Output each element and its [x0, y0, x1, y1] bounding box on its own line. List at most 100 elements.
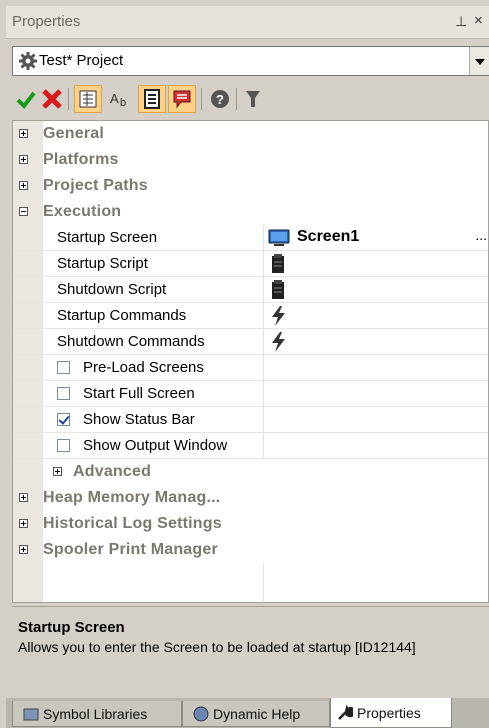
tab-properties[interactable]: Properties [330, 698, 452, 728]
category-historical-log[interactable]: Historical Log Settings [13, 511, 488, 537]
property-grid: General Platforms Project Paths Executio… [12, 120, 489, 603]
property-pages-icon[interactable] [138, 85, 166, 113]
tab-label: Symbol Libraries [43, 705, 148, 722]
property-show-status-bar[interactable]: Show Status Bar [13, 407, 488, 433]
cancel-x-icon[interactable] [39, 85, 65, 113]
startup-screen-value: Screen1 [297, 228, 360, 245]
category-spooler-print[interactable]: Spooler Print Manager [13, 537, 488, 563]
grid-column-divider [263, 563, 264, 602]
categorized-view-icon[interactable] [74, 85, 102, 113]
expand-icon[interactable] [19, 545, 28, 554]
expand-icon[interactable] [19, 129, 28, 138]
category-heap-memory[interactable]: Heap Memory Manag... [13, 485, 488, 511]
category-general[interactable]: General [13, 121, 488, 147]
expand-icon[interactable] [19, 181, 28, 190]
alphabetical-view-icon[interactable]: Ab [106, 85, 134, 113]
tab-label: Properties [357, 704, 421, 721]
screen-icon [268, 229, 290, 246]
script-icon [272, 280, 284, 299]
panel-title: Properties [12, 13, 81, 30]
property-label: Pre-Load Screens [83, 359, 204, 376]
property-show-output-window[interactable]: Show Output Window [13, 433, 488, 459]
category-label: General [43, 125, 104, 142]
expand-icon[interactable] [19, 155, 28, 164]
property-value [263, 433, 488, 458]
property-value[interactable] [263, 329, 488, 354]
properties-panel: Properties ⊥ × Test* Project Ab ? Genera… [6, 6, 489, 728]
expand-icon[interactable] [19, 519, 28, 528]
property-value [263, 355, 488, 380]
show-status-bar-checkbox[interactable] [57, 413, 70, 426]
start-full-screen-checkbox[interactable] [57, 387, 70, 400]
property-value[interactable]: Screen1 ... [263, 225, 488, 250]
properties-toolbar: Ab ? [12, 82, 489, 116]
show-output-window-checkbox[interactable] [57, 439, 70, 452]
pin-icon[interactable]: ⊥ [455, 13, 467, 30]
property-shutdown-script[interactable]: Shutdown Script [13, 277, 488, 303]
property-value [263, 407, 488, 432]
svg-text:?: ? [216, 92, 224, 107]
category-platforms[interactable]: Platforms [13, 147, 488, 173]
description-text: Allows you to enter the Screen to be loa… [18, 639, 416, 655]
bottom-tab-strip: Symbol Libraries Dynamic Help Properties [6, 698, 489, 728]
property-label: Startup Commands [57, 307, 187, 324]
ellipsis-button[interactable]: ... [475, 227, 487, 243]
property-label: Start Full Screen [83, 385, 195, 402]
property-value[interactable] [263, 251, 488, 276]
tab-symbol-libraries[interactable]: Symbol Libraries [12, 701, 182, 727]
pre-load-screens-checkbox[interactable] [57, 361, 70, 374]
property-start-full-screen[interactable]: Start Full Screen [13, 381, 488, 407]
category-label: Spooler Print Manager [43, 541, 218, 558]
expand-icon[interactable] [53, 467, 62, 476]
property-label: Shutdown Commands [57, 333, 205, 350]
category-label: Advanced [73, 463, 152, 480]
description-title: Startup Screen [18, 619, 125, 636]
filter-icon[interactable] [241, 85, 265, 113]
close-icon[interactable]: × [474, 12, 483, 29]
object-selector-value: Test* Project [39, 52, 124, 69]
panel-titlebar: Properties ⊥ × [6, 6, 489, 39]
property-label: Show Output Window [83, 437, 228, 454]
wrench-icon [338, 704, 353, 720]
property-value[interactable] [263, 277, 488, 302]
property-shutdown-commands[interactable]: Shutdown Commands [13, 329, 488, 355]
subcategory-advanced[interactable]: Advanced [13, 459, 488, 485]
collapse-icon[interactable] [19, 207, 28, 216]
tab-label: Dynamic Help [213, 705, 301, 722]
property-startup-screen[interactable]: Startup Screen Screen1 ... [13, 225, 488, 251]
apply-check-icon[interactable] [14, 85, 38, 113]
category-label: Heap Memory Manag... [43, 489, 221, 506]
category-label: Execution [43, 203, 122, 220]
property-label: Startup Screen [57, 229, 158, 246]
property-label: Shutdown Script [57, 281, 167, 298]
script-icon [272, 254, 284, 273]
dropdown-arrow-icon[interactable] [469, 47, 489, 75]
property-label: Startup Script [57, 255, 148, 272]
property-value[interactable] [263, 303, 488, 328]
property-pre-load-screens[interactable]: Pre-Load Screens [13, 355, 488, 381]
description-pane: Startup Screen Allows you to enter the S… [12, 606, 489, 697]
lightning-icon [272, 306, 285, 326]
toolbar-separator [236, 88, 237, 110]
category-label: Historical Log Settings [43, 515, 222, 532]
gear-icon [19, 52, 37, 70]
category-project-paths[interactable]: Project Paths [13, 173, 488, 199]
category-execution[interactable]: Execution [13, 199, 488, 225]
expand-icon[interactable] [19, 493, 28, 502]
property-label: Show Status Bar [83, 411, 195, 428]
toolbar-separator [201, 88, 202, 110]
tab-dynamic-help[interactable]: Dynamic Help [182, 701, 330, 727]
help-icon[interactable]: ? [207, 85, 233, 113]
property-startup-script[interactable]: Startup Script [13, 251, 488, 277]
toolbar-separator [68, 88, 69, 110]
property-value [263, 381, 488, 406]
svg-text:b: b [120, 97, 126, 108]
svg-text:A: A [110, 91, 119, 106]
object-selector[interactable]: Test* Project [12, 46, 489, 76]
lightning-icon [272, 332, 285, 352]
help-globe-icon [193, 706, 209, 721]
category-label: Project Paths [43, 177, 148, 194]
comments-icon[interactable] [168, 85, 196, 113]
property-startup-commands[interactable]: Startup Commands [13, 303, 488, 329]
category-label: Platforms [43, 151, 119, 168]
